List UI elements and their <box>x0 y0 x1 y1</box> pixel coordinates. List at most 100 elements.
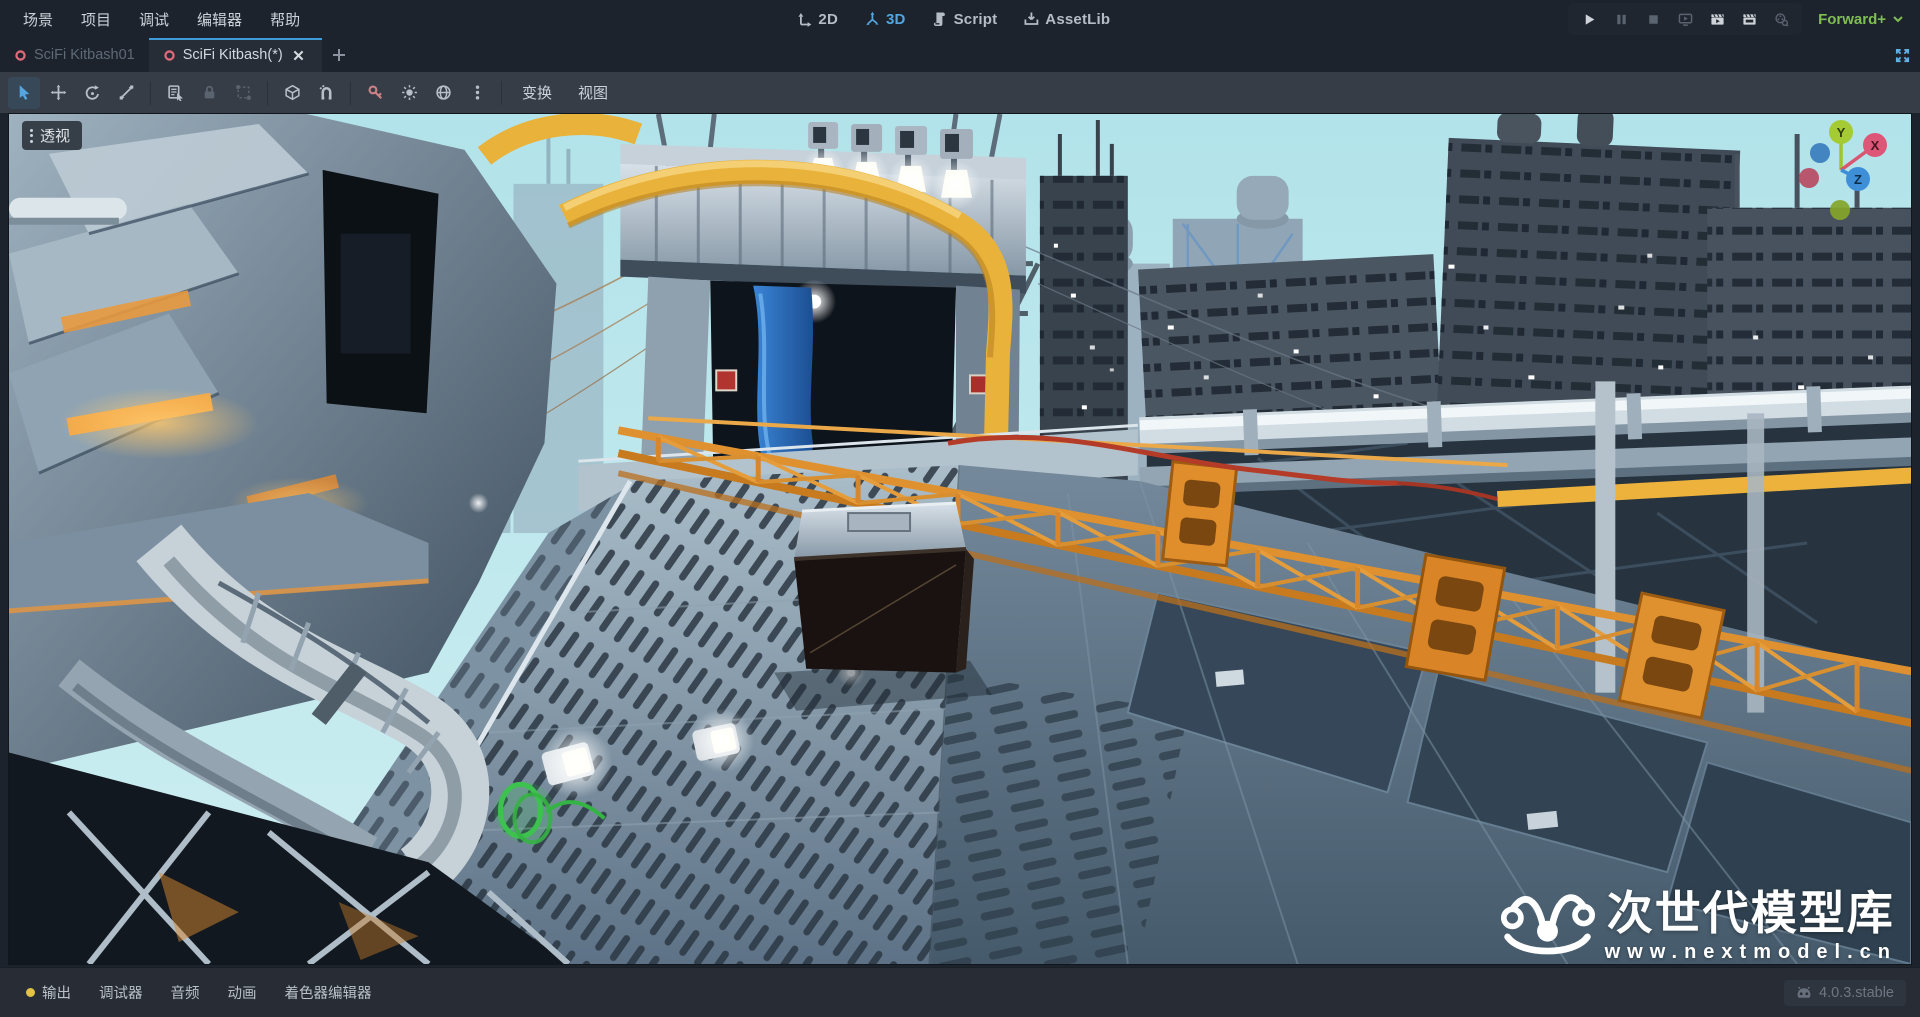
rotate-icon <box>84 84 101 101</box>
cube-icon <box>284 84 301 101</box>
menu-scene[interactable]: 场景 <box>10 4 66 35</box>
sun-environment-menu-button[interactable] <box>461 77 493 109</box>
rotate-mode-button[interactable] <box>76 77 108 109</box>
axis-neg-y-ball[interactable] <box>1830 200 1850 220</box>
toolbar-separator <box>350 81 351 105</box>
workspace-switcher: 2D 3D Script AssetLib <box>786 0 1120 38</box>
transform-menu[interactable]: 变换 <box>510 76 564 109</box>
renderer-selector[interactable]: Forward+ <box>1812 7 1910 32</box>
group-button[interactable] <box>227 77 259 109</box>
add-scene-tab-button[interactable] <box>322 38 356 72</box>
panel-output[interactable]: 输出 <box>14 975 83 1010</box>
chevron-down-icon <box>1892 13 1904 25</box>
plus-icon <box>332 48 346 62</box>
toolbar-separator <box>267 81 268 105</box>
pause-button[interactable] <box>1606 5 1636 33</box>
local-space-button[interactable] <box>276 77 308 109</box>
stop-button[interactable] <box>1638 5 1668 33</box>
environment-globe-icon <box>435 84 452 101</box>
playback-controls <box>1568 3 1802 35</box>
svg-text:X: X <box>1871 138 1880 153</box>
orange-panel <box>1163 462 1237 566</box>
scene-tab-kitbash-active[interactable]: SciFi Kitbash(*) <box>149 38 322 72</box>
kebab-menu-icon <box>469 84 486 101</box>
lock-button[interactable] <box>193 77 225 109</box>
key-icon <box>367 84 384 101</box>
group-icon <box>235 84 252 101</box>
clapper-play-icon <box>1710 12 1725 27</box>
monitor-play-icon <box>1678 12 1693 27</box>
scale-mode-button[interactable] <box>110 77 142 109</box>
axis-neg-z-ball[interactable] <box>1810 143 1830 163</box>
2d-icon <box>796 11 812 27</box>
close-icon <box>293 50 304 61</box>
lock-icon <box>201 84 218 101</box>
preview-sun-button[interactable] <box>393 77 425 109</box>
menu-group: 场景 项目 调试 编辑器 帮助 <box>0 4 313 35</box>
play-custom-scene-button[interactable] <box>1734 5 1764 33</box>
magnet-icon <box>318 84 335 101</box>
svg-text:Z: Z <box>1854 172 1862 187</box>
godot-editor-window: 场景 项目 调试 编辑器 帮助 2D 3D Script AssetLib <box>0 0 1920 1017</box>
toolbar-separator <box>150 81 151 105</box>
panel-animation[interactable]: 动画 <box>216 975 269 1010</box>
movie-maker-button[interactable] <box>1766 5 1796 33</box>
playback-area: Forward+ <box>1568 0 1910 38</box>
play-remote-button[interactable] <box>1670 5 1700 33</box>
workspace-3d-button[interactable]: 3D <box>854 6 916 33</box>
spatial-toolbar: 变换 视图 <box>0 72 1920 113</box>
move-mode-button[interactable] <box>42 77 74 109</box>
scene-icon <box>14 49 27 62</box>
select-arrow-icon <box>16 84 33 101</box>
chip-menu-dots-icon <box>30 129 33 143</box>
view-menu[interactable]: 视图 <box>566 76 620 109</box>
scene-tab-kitbash01[interactable]: SciFi Kitbash01 <box>0 38 149 72</box>
preview-environment-button[interactable] <box>427 77 459 109</box>
cargo-crate <box>774 503 992 711</box>
move-icon <box>50 84 67 101</box>
scale-icon <box>118 84 135 101</box>
play-scene-button[interactable] <box>1702 5 1732 33</box>
main-menu-bar: 场景 项目 调试 编辑器 帮助 2D 3D Script AssetLib <box>0 0 1920 38</box>
pause-icon <box>1614 12 1629 27</box>
view-mode-chip[interactable]: 透视 <box>22 121 82 150</box>
stop-icon <box>1646 12 1661 27</box>
play-button[interactable] <box>1574 5 1604 33</box>
godot-logo-icon <box>1796 986 1812 1000</box>
axis-neg-x-ball[interactable] <box>1799 168 1819 188</box>
panel-shader-editor[interactable]: 着色器编辑器 <box>273 975 384 1010</box>
sun-icon <box>401 84 418 101</box>
menu-debug[interactable]: 调试 <box>126 4 182 35</box>
assetlib-icon <box>1023 11 1039 27</box>
scene-render <box>9 114 1911 964</box>
version-info: 4.0.3.stable <box>1784 980 1906 1006</box>
workspace-assetlib-button[interactable]: AssetLib <box>1013 6 1120 33</box>
animation-key-button[interactable] <box>359 77 391 109</box>
close-tab-button[interactable] <box>290 46 308 64</box>
svg-text:Y: Y <box>1837 125 1846 140</box>
scene-icon <box>163 49 176 62</box>
panel-debugger[interactable]: 调试器 <box>87 975 155 1010</box>
clapper-icon <box>1742 12 1757 27</box>
3d-icon <box>864 11 880 27</box>
axis-gizmo[interactable]: Y X Z <box>1779 118 1899 228</box>
hazard-sign <box>716 370 736 390</box>
workspace-2d-button[interactable]: 2D <box>786 6 848 33</box>
workspace-script-button[interactable]: Script <box>922 6 1008 33</box>
scene-tab-bar: SciFi Kitbash01 SciFi Kitbash(*) <box>0 38 1920 72</box>
output-indicator-dot <box>26 988 35 997</box>
script-icon <box>932 11 948 27</box>
menu-project[interactable]: 项目 <box>68 4 124 35</box>
menu-editor[interactable]: 编辑器 <box>184 4 255 35</box>
bottom-panel-bar: 输出 调试器 音频 动画 着色器编辑器 4.0.3.stable <box>0 967 1920 1017</box>
expand-icon <box>1895 48 1910 63</box>
play-icon <box>1582 12 1597 27</box>
snap-button[interactable] <box>310 77 342 109</box>
select-mode-button[interactable] <box>8 77 40 109</box>
panel-audio[interactable]: 音频 <box>159 975 212 1010</box>
3d-viewport[interactable]: 透视 Y X Z <box>8 113 1912 965</box>
distraction-free-button[interactable] <box>1884 38 1920 72</box>
list-select-button[interactable] <box>159 77 191 109</box>
toolbar-separator <box>501 81 502 105</box>
menu-help[interactable]: 帮助 <box>257 4 313 35</box>
